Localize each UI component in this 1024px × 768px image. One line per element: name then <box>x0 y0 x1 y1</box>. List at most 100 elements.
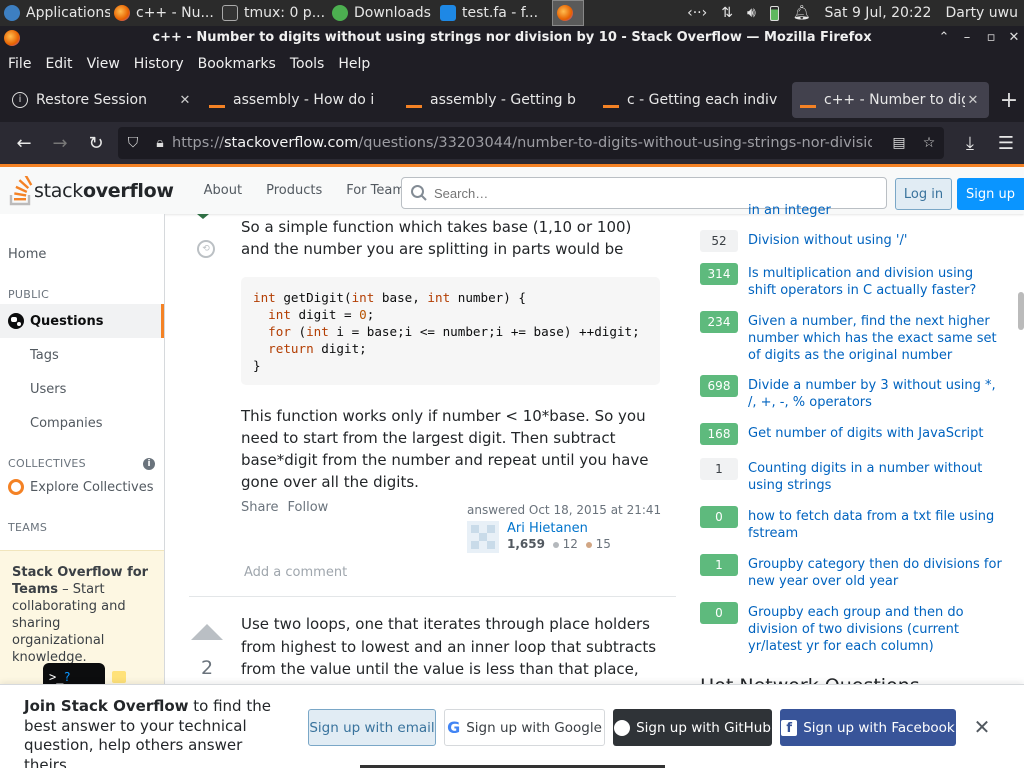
follow-link[interactable]: Follow <box>288 500 329 515</box>
shield-icon[interactable]: ⛉ <box>118 135 148 151</box>
tab-assembly-1[interactable]: assembly - How do i <box>201 82 398 118</box>
upvote-button[interactable] <box>191 624 223 640</box>
tab-assembly-2[interactable]: assembly - Getting b <box>398 82 595 118</box>
sidebar-item-home[interactable]: Home <box>0 237 164 271</box>
url-scheme: https:// <box>172 135 224 151</box>
sidebar-item-explore-collectives[interactable]: Explore Collectives <box>0 470 164 504</box>
main-content: ⟲ So a simple function which takes base … <box>166 214 686 701</box>
page-scrollbar[interactable] <box>1018 292 1024 330</box>
menu-history[interactable]: History <box>134 56 184 72</box>
tab-label: c - Getting each indiv <box>627 92 778 108</box>
lock-icon[interactable]: 🔒︎ <box>148 135 172 151</box>
vscode-icon <box>440 5 456 21</box>
applications-menu[interactable]: Applications ☰ <box>0 0 110 26</box>
clock[interactable]: Sat 9 Jul, 20:22 <box>825 5 932 21</box>
related-question-title[interactable]: Groupby category then do divisions for n… <box>748 556 1004 590</box>
related-question[interactable]: 0 Groupby each group and then do divisio… <box>700 602 1004 655</box>
minimize-button[interactable]: – <box>955 26 979 50</box>
reload-button[interactable]: ↻ <box>78 127 114 159</box>
menu-help[interactable]: Help <box>338 56 370 72</box>
window-title: c++ - Number to digits without using str… <box>152 30 872 45</box>
network-arrows-icon[interactable]: ⇅ <box>721 5 733 21</box>
related-question-title[interactable]: Counting digits in a number without usin… <box>748 460 1004 494</box>
sidebar-item-questions[interactable]: Questions <box>0 304 164 338</box>
url-bar[interactable]: ⛉ 🔒︎ https://stackoverflow.com/questions… <box>118 127 944 159</box>
reader-view-icon[interactable]: ▤ <box>884 135 914 151</box>
related-question-title[interactable]: how to fetch data from a txt file using … <box>748 508 1004 542</box>
menu-file[interactable]: File <box>8 56 31 72</box>
related-question-title[interactable]: Groupby each group and then do division … <box>748 604 1004 655</box>
related-question[interactable]: 0 how to fetch data from a txt file usin… <box>700 506 1004 542</box>
stackoverflow-logo[interactable]: stackoverflow <box>8 167 174 214</box>
maximize-button[interactable]: ▫ <box>979 26 1003 50</box>
add-comment-link[interactable]: Add a comment <box>244 565 347 580</box>
taskbar-item-vscode[interactable]: test.fa - f... <box>436 0 550 26</box>
related-question-title[interactable]: Division without using '/' <box>748 232 1004 252</box>
related-question[interactable]: 234 Given a number, find the next higher… <box>700 311 1004 364</box>
question-score: 698 <box>700 375 738 397</box>
close-tab-icon[interactable]: ✕ <box>965 93 981 108</box>
notification-bell-icon[interactable]: 🔔︎ <box>793 5 811 21</box>
tab-active-number-to-digits[interactable]: c++ - Number to digi ✕ <box>792 82 989 118</box>
taskbar-item-tmux[interactable]: tmux: 0 p... <box>218 0 328 26</box>
answered-timestamp: answered Oct 18, 2015 at 21:41 <box>467 503 662 517</box>
back-button[interactable]: ← <box>6 127 42 159</box>
info-icon[interactable]: i <box>143 458 155 470</box>
sidebar-item-tags[interactable]: Tags <box>0 338 164 372</box>
sidebar-item-companies[interactable]: Companies <box>0 406 164 440</box>
menu-bookmarks[interactable]: Bookmarks <box>198 56 276 72</box>
related-question[interactable]: 314 Is multiplication and division using… <box>700 263 1004 299</box>
url-path: /questions/33203044/number-to-digits-wit… <box>358 135 872 151</box>
related-question-title[interactable]: in an integer <box>748 202 1004 219</box>
battery-icon[interactable] <box>769 5 779 21</box>
menu-edit[interactable]: Edit <box>45 56 72 72</box>
sidebar-section-collectives: COLLECTIVES <box>8 457 86 470</box>
bookmark-star-icon[interactable]: ☆ <box>914 135 944 151</box>
related-question[interactable]: in an integer <box>700 202 1004 219</box>
related-question-title[interactable]: Is multiplication and division using shi… <box>748 265 1004 299</box>
related-question[interactable]: 1 Groupby category then do divisions for… <box>700 554 1004 590</box>
taskbar-item-firefox[interactable]: c++ - Nu... <box>110 0 218 26</box>
related-question-title[interactable]: Divide a number by 3 without using *, /,… <box>748 377 1004 411</box>
signup-email-button[interactable]: Sign up with email <box>308 709 436 746</box>
user-card: answered Oct 18, 2015 at 21:41 Ari Hieta… <box>467 503 667 553</box>
user-name-link[interactable]: Ari Hietanen <box>507 521 611 536</box>
menu-view[interactable]: View <box>87 56 120 72</box>
close-tab-icon[interactable]: ✕ <box>177 93 193 108</box>
avatar[interactable] <box>467 521 499 553</box>
signup-google-button[interactable]: G Sign up with Google <box>444 709 605 746</box>
signup-facebook-button[interactable]: f Sign up with Facebook <box>780 709 956 746</box>
share-link[interactable]: Share <box>241 500 279 515</box>
close-window-button[interactable]: ✕ <box>1002 26 1024 50</box>
tab-restore-session[interactable]: i Restore Session ✕ <box>4 82 201 118</box>
upvote-accepted-indicator[interactable] <box>197 214 209 219</box>
tab-c-getting-each[interactable]: c - Getting each indiv <box>595 82 792 118</box>
nav-about[interactable]: About <box>192 177 254 204</box>
taskbar-item-downloads[interactable]: Downloads <box>328 0 436 26</box>
related-question-title[interactable]: Get number of digits with JavaScript <box>748 425 1004 445</box>
sidebar-item-users[interactable]: Users <box>0 372 164 406</box>
downloads-icon[interactable]: ⤓ <box>952 127 988 159</box>
search-input[interactable] <box>434 185 874 201</box>
signup-github-button[interactable]: Sign up with GitHub <box>613 709 772 746</box>
history-icon[interactable]: ⟲ <box>197 240 215 258</box>
forward-button[interactable]: → <box>42 127 78 159</box>
related-question[interactable]: 168 Get number of digits with JavaScript <box>700 423 1004 445</box>
related-question[interactable]: 698 Divide a number by 3 without using *… <box>700 375 1004 411</box>
taskbar-item-firefox-active[interactable] <box>552 0 584 26</box>
bronze-badge-count: 15 <box>595 537 611 551</box>
menu-tools[interactable]: Tools <box>290 56 325 72</box>
related-question-title[interactable]: Given a number, find the next higher num… <box>748 313 1004 364</box>
related-question[interactable]: 1 Counting digits in a number without us… <box>700 458 1004 494</box>
nav-products[interactable]: Products <box>254 177 334 204</box>
code-line: } <box>253 358 261 373</box>
related-question[interactable]: 52 Division without using '/' <box>700 230 1004 252</box>
new-tab-button[interactable]: + <box>997 88 1021 113</box>
close-banner-icon[interactable]: ✕ <box>970 715 994 739</box>
facebook-icon: f <box>781 719 798 736</box>
user-name[interactable]: Darty uwu <box>945 5 1018 21</box>
volume-icon[interactable]: 🔊︎ <box>747 5 756 21</box>
window-chevron-up-icon[interactable]: ⌃ <box>932 26 956 50</box>
hamburger-menu-icon[interactable]: ☰ <box>988 127 1024 159</box>
network-code-icon[interactable]: ‹··› <box>687 5 707 21</box>
